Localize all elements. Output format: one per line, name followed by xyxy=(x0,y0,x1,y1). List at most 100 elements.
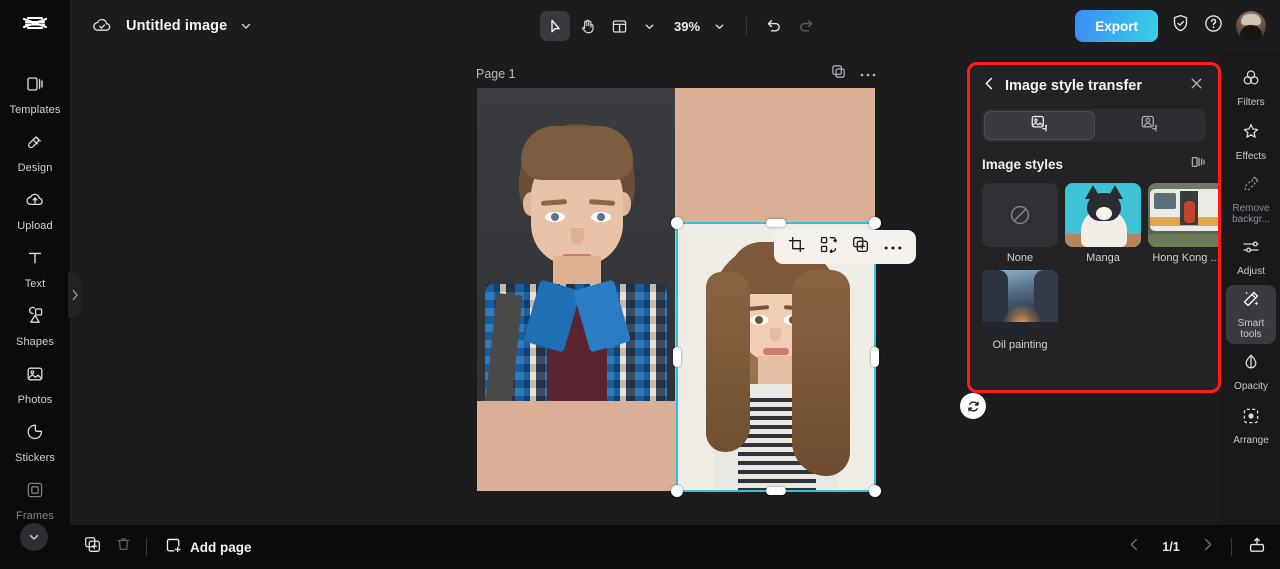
panel-header: Image style transfer xyxy=(970,65,1218,107)
export-button[interactable]: Export xyxy=(1075,10,1158,42)
smart-tools-icon xyxy=(1241,289,1261,314)
user-avatar[interactable] xyxy=(1236,11,1266,41)
rail-item-arrange[interactable]: Arrange xyxy=(1226,400,1276,452)
zoom-level[interactable]: 39% xyxy=(666,19,702,34)
upload-icon xyxy=(25,190,45,215)
replace-image-icon[interactable] xyxy=(820,236,838,258)
duplicate-page-icon[interactable] xyxy=(831,64,846,84)
duplicate-page-button[interactable] xyxy=(84,536,101,558)
right-tool-rail: Filters Effects Remove backgr... Adjust … xyxy=(1222,52,1280,525)
design-icon xyxy=(25,132,45,157)
style-option-hong-kong[interactable]: Hong Kong ... xyxy=(1148,183,1220,264)
style-option-manga[interactable]: Manga xyxy=(1065,183,1141,264)
panel-tabs xyxy=(982,109,1206,142)
add-page-icon xyxy=(165,537,182,557)
sidebar-item-label: Photos xyxy=(17,394,53,406)
stickers-icon xyxy=(25,422,45,447)
panel-title: Image style transfer xyxy=(1005,78,1143,94)
hand-tool[interactable] xyxy=(572,11,602,41)
layout-caret-icon[interactable] xyxy=(634,11,664,41)
style-thumbnail xyxy=(982,183,1058,247)
toolbar-divider xyxy=(746,17,748,35)
chevron-down-icon[interactable] xyxy=(239,19,253,33)
sidebar-item-label: Text xyxy=(24,278,46,290)
templates-icon xyxy=(25,74,45,99)
style-thumbnail xyxy=(1148,183,1218,247)
page-more-icon[interactable] xyxy=(860,65,876,83)
section-title: Image styles xyxy=(982,157,1064,172)
more-horizontal-icon[interactable] xyxy=(884,238,902,256)
style-label: Manga xyxy=(1086,252,1120,264)
image-style-transfer-panel: Image style transfer Image styles None M… xyxy=(967,62,1221,393)
zoom-caret-icon[interactable] xyxy=(704,11,734,41)
rail-item-effects[interactable]: Effects xyxy=(1226,116,1276,168)
cursor-tool[interactable] xyxy=(540,11,570,41)
top-bar: Untitled image 39% Export xyxy=(0,0,1280,52)
style-option-oil-painting[interactable]: Oil painting xyxy=(982,270,1058,351)
rail-item-adjust[interactable]: Adjust xyxy=(1226,231,1276,283)
page-header: Page 1 xyxy=(476,62,876,86)
duplicate-icon[interactable] xyxy=(852,236,869,258)
add-page-label: Add page xyxy=(190,539,252,555)
style-thumbnail xyxy=(1065,183,1141,247)
none-icon xyxy=(982,183,1058,247)
compare-split-icon[interactable] xyxy=(1190,154,1206,175)
rail-item-label: Smart tools xyxy=(1237,318,1265,340)
sidebar-item-photos[interactable]: Photos xyxy=(5,358,65,412)
canvas-page[interactable] xyxy=(477,88,875,491)
rail-item-label: Adjust xyxy=(1237,266,1265,277)
left-sidebar: Templates Design Upload Text Shapes Phot… xyxy=(0,52,70,569)
sidebar-item-templates[interactable]: Templates xyxy=(5,68,65,122)
help-circle-icon[interactable] xyxy=(1203,13,1224,39)
panel-toggle-button[interactable] xyxy=(68,272,81,318)
layout-tool[interactable] xyxy=(604,11,634,41)
tab-portrait-style[interactable] xyxy=(1095,111,1204,140)
undo-icon[interactable] xyxy=(759,11,789,41)
add-page-button[interactable]: Add page xyxy=(165,537,252,557)
rail-item-remove-background[interactable]: Remove backgr... xyxy=(1226,170,1276,229)
text-icon xyxy=(25,248,45,273)
frames-icon xyxy=(25,480,45,505)
sidebar-item-text[interactable]: Text xyxy=(5,242,65,296)
rail-item-smart-tools[interactable]: Smart tools xyxy=(1226,285,1276,344)
sidebar-item-label: Frames xyxy=(16,510,54,522)
canvas-toolbar: 39% xyxy=(540,0,821,52)
capcut-logo[interactable] xyxy=(0,0,70,52)
rotate-handle[interactable] xyxy=(960,393,986,419)
style-option-none[interactable]: None xyxy=(982,183,1058,264)
rail-item-opacity[interactable]: Opacity xyxy=(1226,346,1276,398)
bottom-bar: Add page 1/1 xyxy=(70,525,1280,569)
rail-item-label: Filters xyxy=(1237,97,1265,108)
delete-page-button[interactable] xyxy=(115,536,132,558)
rail-item-label: Arrange xyxy=(1233,435,1269,446)
redo-icon[interactable] xyxy=(791,11,821,41)
chevron-left-icon[interactable] xyxy=(982,76,997,96)
opacity-icon xyxy=(1241,352,1261,377)
cloud-saved-icon xyxy=(92,16,112,36)
filters-icon xyxy=(1241,68,1261,93)
capcut-editor: Untitled image 39% Export Templates Desi… xyxy=(0,0,1280,569)
document-title[interactable]: Untitled image xyxy=(126,18,227,34)
bottom-divider xyxy=(146,538,147,556)
sidebar-item-upload[interactable]: Upload xyxy=(5,184,65,238)
portrait-style-icon xyxy=(1140,114,1159,138)
canvas-image-boy[interactable] xyxy=(477,88,675,401)
crop-icon[interactable] xyxy=(788,236,805,258)
sidebar-item-shapes[interactable]: Shapes xyxy=(5,300,65,354)
tab-image-style[interactable] xyxy=(984,111,1095,140)
image-style-icon xyxy=(1030,114,1049,138)
style-thumbnail xyxy=(982,270,1058,334)
sidebar-item-design[interactable]: Design xyxy=(5,126,65,180)
shield-check-icon[interactable] xyxy=(1170,13,1191,39)
close-icon[interactable] xyxy=(1189,76,1204,96)
style-label: Hong Kong ... xyxy=(1152,252,1220,264)
rail-item-label: Opacity xyxy=(1234,381,1268,392)
rail-item-filters[interactable]: Filters xyxy=(1226,62,1276,114)
present-icon[interactable] xyxy=(1248,536,1266,559)
sidebar-item-stickers[interactable]: Stickers xyxy=(5,416,65,470)
sidebar-item-frames[interactable]: Frames xyxy=(5,474,65,528)
sidebar-expand-button[interactable] xyxy=(20,523,48,551)
next-page-button[interactable] xyxy=(1200,537,1215,557)
sidebar-item-label: Shapes xyxy=(16,336,54,348)
prev-page-button[interactable] xyxy=(1127,537,1142,557)
